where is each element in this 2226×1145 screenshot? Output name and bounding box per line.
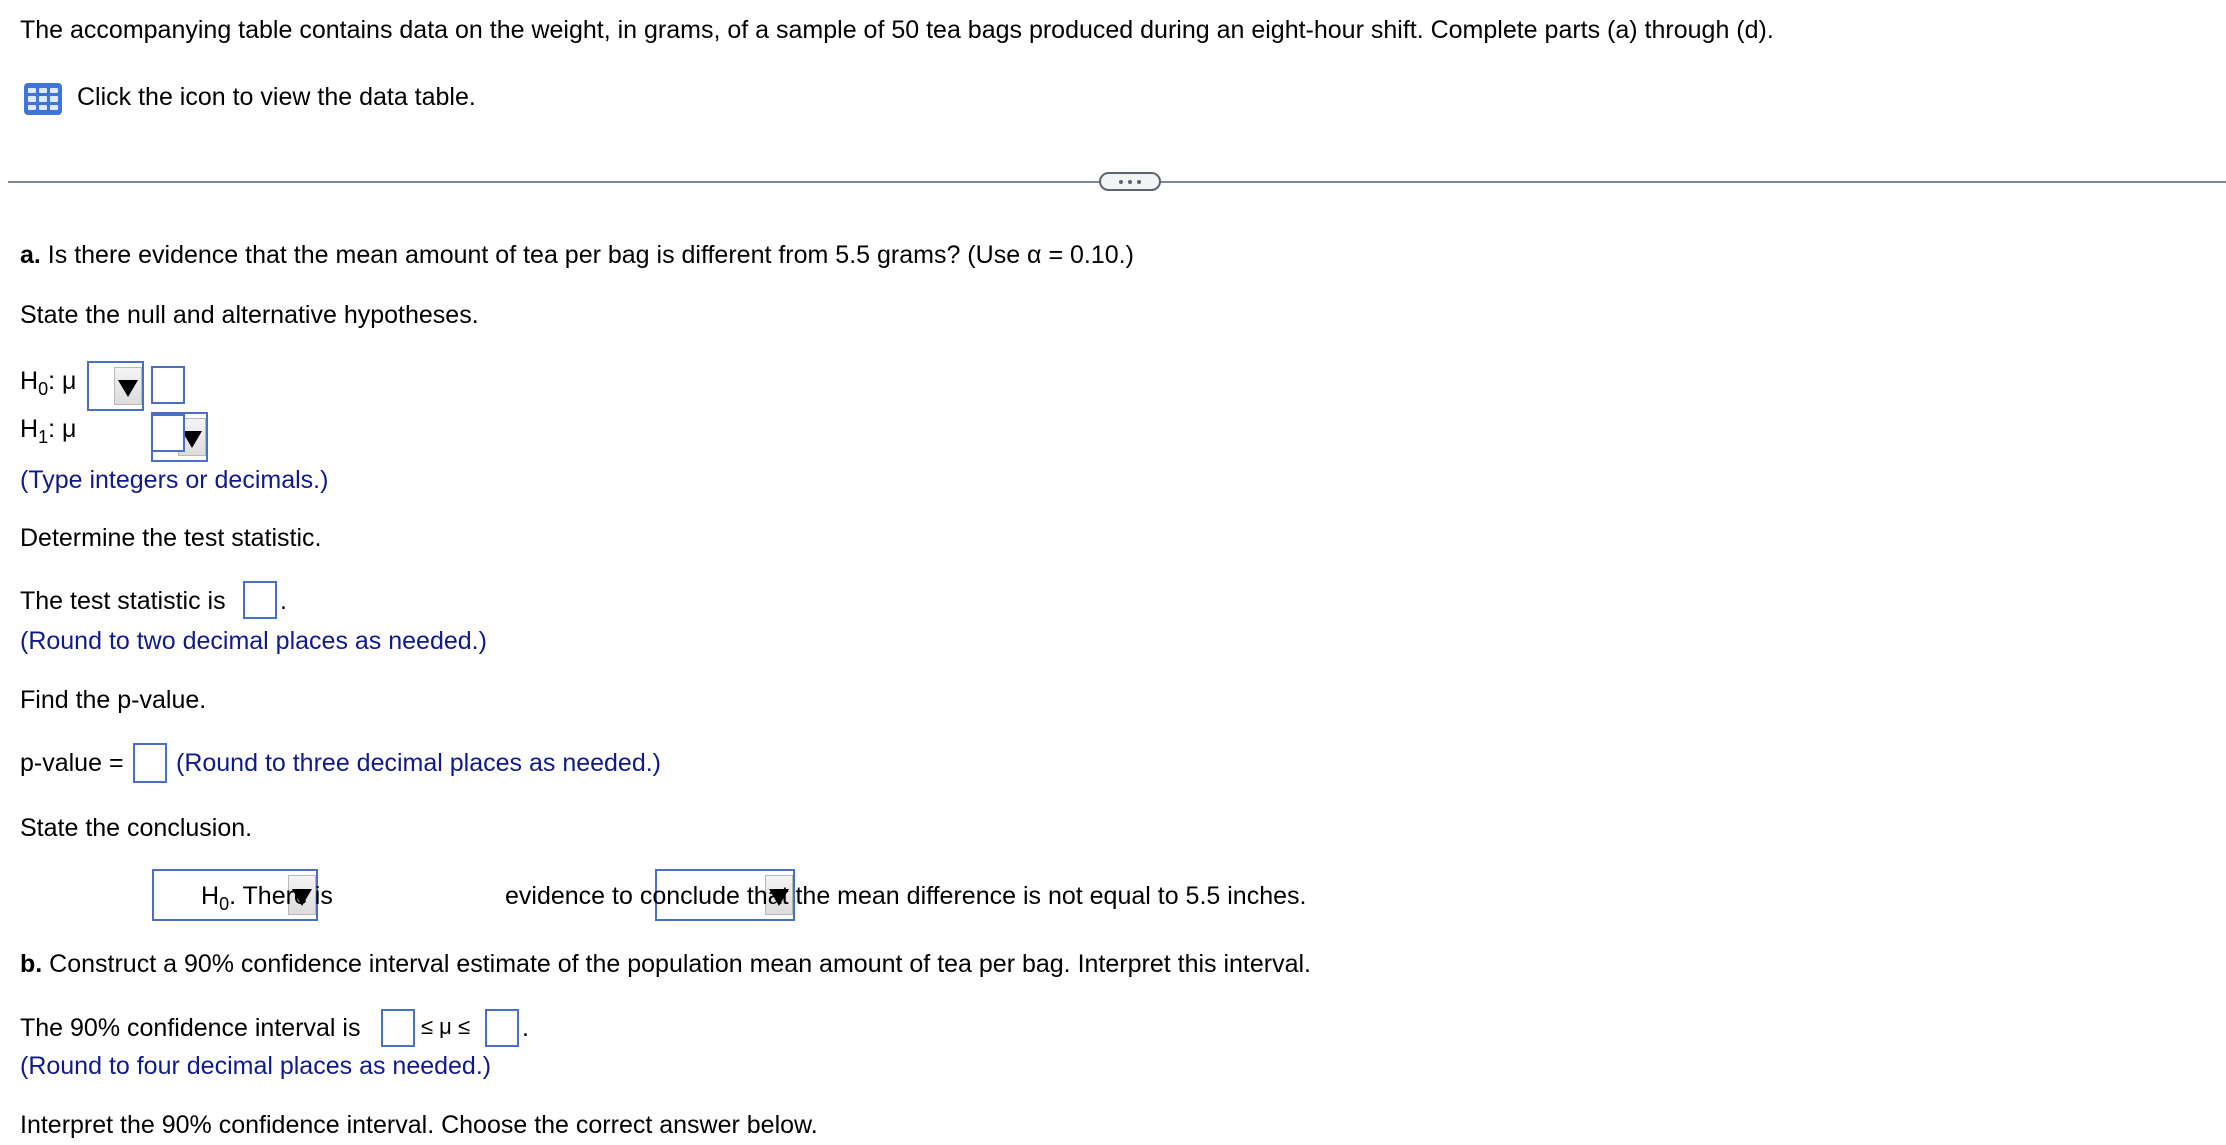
ellipsis-dot bbox=[1128, 179, 1132, 184]
conclusion-prompt: State the conclusion. bbox=[20, 814, 253, 842]
pvalue-hint: (Round to three decimal places as needed… bbox=[176, 749, 662, 777]
h0-label: H0: μ bbox=[20, 367, 77, 399]
test-statistic-input[interactable] bbox=[243, 581, 277, 619]
h0-value-input[interactable] bbox=[151, 366, 185, 404]
conclusion-h0-letter: H bbox=[201, 882, 220, 910]
part-b-question: b. Construct a 90% confidence interval e… bbox=[20, 950, 1311, 979]
h1-value-input[interactable] bbox=[151, 414, 185, 452]
problem-intro: The accompanying table contains data on … bbox=[20, 16, 1774, 44]
h0-mu: : μ bbox=[48, 367, 77, 395]
test-statistic-row: The test statistic is bbox=[20, 587, 226, 616]
pvalue-input[interactable] bbox=[133, 743, 167, 783]
chevron-down-icon bbox=[114, 367, 142, 405]
pvalue-label: p-value = bbox=[20, 749, 124, 777]
h1-label: H1: μ bbox=[20, 415, 77, 447]
data-table-link[interactable]: Click the icon to view the data table. bbox=[77, 83, 476, 112]
ci-upper-input[interactable] bbox=[485, 1009, 519, 1047]
h1-subscript: 1 bbox=[38, 427, 49, 447]
ci-label: The 90% confidence interval is bbox=[20, 1014, 361, 1042]
h0-letter: H bbox=[20, 367, 39, 395]
h0-subscript: 0 bbox=[38, 379, 49, 399]
hypotheses-hint: (Type integers or decimals.) bbox=[20, 466, 329, 494]
ci-lower-input[interactable] bbox=[381, 1009, 415, 1047]
conclusion-h0-subscript: 0 bbox=[219, 894, 230, 914]
part-b-text: Construct a 90% confidence interval esti… bbox=[42, 950, 1312, 978]
test-statistic-hint: (Round to two decimal places as needed.) bbox=[20, 627, 487, 655]
h1-mu: : μ bbox=[48, 415, 77, 443]
ellipsis-icon bbox=[1119, 179, 1123, 184]
test-statistic-prompt: Determine the test statistic. bbox=[20, 524, 322, 552]
pvalue-prompt: Find the p-value. bbox=[20, 686, 207, 714]
part-b-label: b. bbox=[20, 950, 43, 978]
conclusion-there-is: . There is bbox=[229, 882, 333, 910]
test-statistic-label: The test statistic is bbox=[20, 587, 226, 615]
expand-more-button[interactable] bbox=[1099, 172, 1161, 191]
h1-letter: H bbox=[20, 415, 39, 443]
ci-hint: (Round to four decimal places as needed.… bbox=[20, 1052, 492, 1080]
conclusion-tail: evidence to conclude that the mean diffe… bbox=[505, 882, 1307, 910]
conclusion-h0-text: H0. There is bbox=[201, 882, 333, 914]
interpret-prompt: Interpret the 90% confidence interval. C… bbox=[20, 1111, 818, 1139]
h0-operator-dropdown[interactable] bbox=[87, 361, 144, 411]
hypotheses-prompt: State the null and alternative hypothese… bbox=[20, 301, 479, 329]
period: . bbox=[280, 587, 287, 615]
ellipsis-dot bbox=[1137, 179, 1141, 184]
ci-middle: ≤ μ ≤ bbox=[421, 1014, 471, 1039]
table-grid-icon[interactable] bbox=[24, 83, 62, 115]
part-a-label: a. bbox=[20, 241, 41, 269]
part-a-question: a. Is there evidence that the mean amoun… bbox=[20, 241, 1134, 270]
part-a-text: Is there evidence that the mean amount o… bbox=[40, 241, 1134, 269]
period: . bbox=[522, 1014, 529, 1042]
